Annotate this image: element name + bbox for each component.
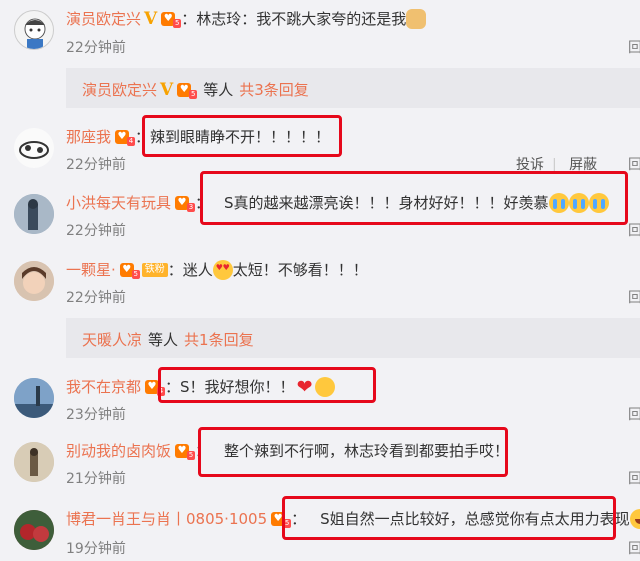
verified-icon: V bbox=[144, 8, 158, 29]
reply-icon[interactable]: 回 bbox=[628, 154, 640, 174]
reply-icon[interactable]: 回 bbox=[628, 287, 640, 307]
avatar[interactable] bbox=[14, 510, 54, 550]
member-badge-icon: ♥ 5 bbox=[161, 10, 182, 28]
timestamp: 23分钟前 bbox=[66, 407, 126, 423]
member-badge-icon: ♥ 5 bbox=[175, 442, 196, 460]
timestamp: 21分钟前 bbox=[66, 471, 126, 487]
commenter-name[interactable]: 那座我 bbox=[66, 126, 111, 147]
reply-mid-text: 等人 bbox=[148, 331, 179, 349]
comment-line: 演员欧定兴 V ♥ 5 ：林志玲：我不跳大家夸的还是我 bbox=[66, 8, 427, 29]
reply-count[interactable]: 共1条回复 bbox=[184, 329, 254, 350]
comment-line: 一颗星· ♥5 铁粉 ：迷人 太短！不够看！！！ bbox=[66, 259, 368, 280]
comment-text: ：林志玲：我不跳大家夸的还是我 bbox=[181, 10, 407, 28]
reply-summary[interactable]: 演员欧定兴 V ♥ 5 等人 共3条回复 bbox=[66, 68, 640, 108]
reply-icon[interactable]: 回 bbox=[628, 538, 640, 558]
highlight-box bbox=[198, 427, 508, 477]
laughing-emoji-icon bbox=[629, 508, 640, 529]
reply-icon[interactable]: 回 bbox=[628, 468, 640, 488]
fan-badge: 铁粉 bbox=[141, 262, 168, 277]
member-badge-icon: ♥ 4 bbox=[115, 128, 136, 146]
commenter-name[interactable]: 博君一肖王与肖丨0805·1005 bbox=[66, 508, 267, 529]
member-badge-icon: ♥ 5 bbox=[177, 81, 198, 99]
doge-emoji-icon bbox=[406, 8, 427, 29]
reply-user-name[interactable]: 演员欧定兴 bbox=[82, 79, 157, 100]
reply-icon[interactable]: 回 bbox=[628, 37, 640, 57]
reply-icon[interactable]: 回 bbox=[628, 404, 640, 424]
highlight-box bbox=[142, 115, 342, 157]
highlight-box bbox=[282, 496, 616, 540]
commenter-name[interactable]: 我不在京都 bbox=[66, 376, 141, 397]
avatar[interactable] bbox=[14, 378, 54, 418]
timestamp: 22分钟前 bbox=[66, 40, 126, 56]
highlight-box bbox=[200, 171, 628, 225]
verified-icon: V bbox=[160, 79, 174, 100]
commenter-name[interactable]: 小洪每天有玩具 bbox=[66, 192, 171, 213]
reply-mid-text: 等人 bbox=[203, 81, 234, 99]
reply-summary[interactable]: 天暖人凉 等人 共1条回复 bbox=[66, 318, 640, 358]
commenter-name[interactable]: 一颗星· bbox=[66, 259, 116, 280]
avatar[interactable] bbox=[14, 442, 54, 482]
comment-text-2: 太短！不够看！！！ bbox=[232, 261, 368, 279]
avatar[interactable] bbox=[14, 261, 54, 301]
commenter-name[interactable]: 演员欧定兴 bbox=[66, 8, 141, 29]
reply-icon[interactable]: 回 bbox=[628, 220, 640, 240]
timestamp: 19分钟前 bbox=[66, 541, 126, 557]
heart-eyes-emoji-icon bbox=[212, 259, 233, 280]
commenter-name[interactable]: 别动我的卤肉饭 bbox=[66, 440, 171, 461]
comment-text: ：迷人 bbox=[167, 261, 213, 279]
avatar[interactable] bbox=[14, 128, 54, 168]
member-badge-icon: ♥ 3 bbox=[175, 194, 196, 212]
avatar[interactable] bbox=[14, 194, 54, 234]
avatar[interactable] bbox=[14, 10, 54, 50]
highlight-box bbox=[158, 367, 376, 403]
timestamp: 22分钟前 bbox=[66, 290, 126, 306]
reply-count[interactable]: 共3条回复 bbox=[239, 79, 309, 100]
timestamp: 22分钟前 bbox=[66, 157, 126, 173]
reply-user-name[interactable]: 天暖人凉 bbox=[82, 329, 142, 350]
timestamp: 22分钟前 bbox=[66, 223, 126, 239]
member-badge-icon: ♥ 5 bbox=[119, 261, 140, 279]
